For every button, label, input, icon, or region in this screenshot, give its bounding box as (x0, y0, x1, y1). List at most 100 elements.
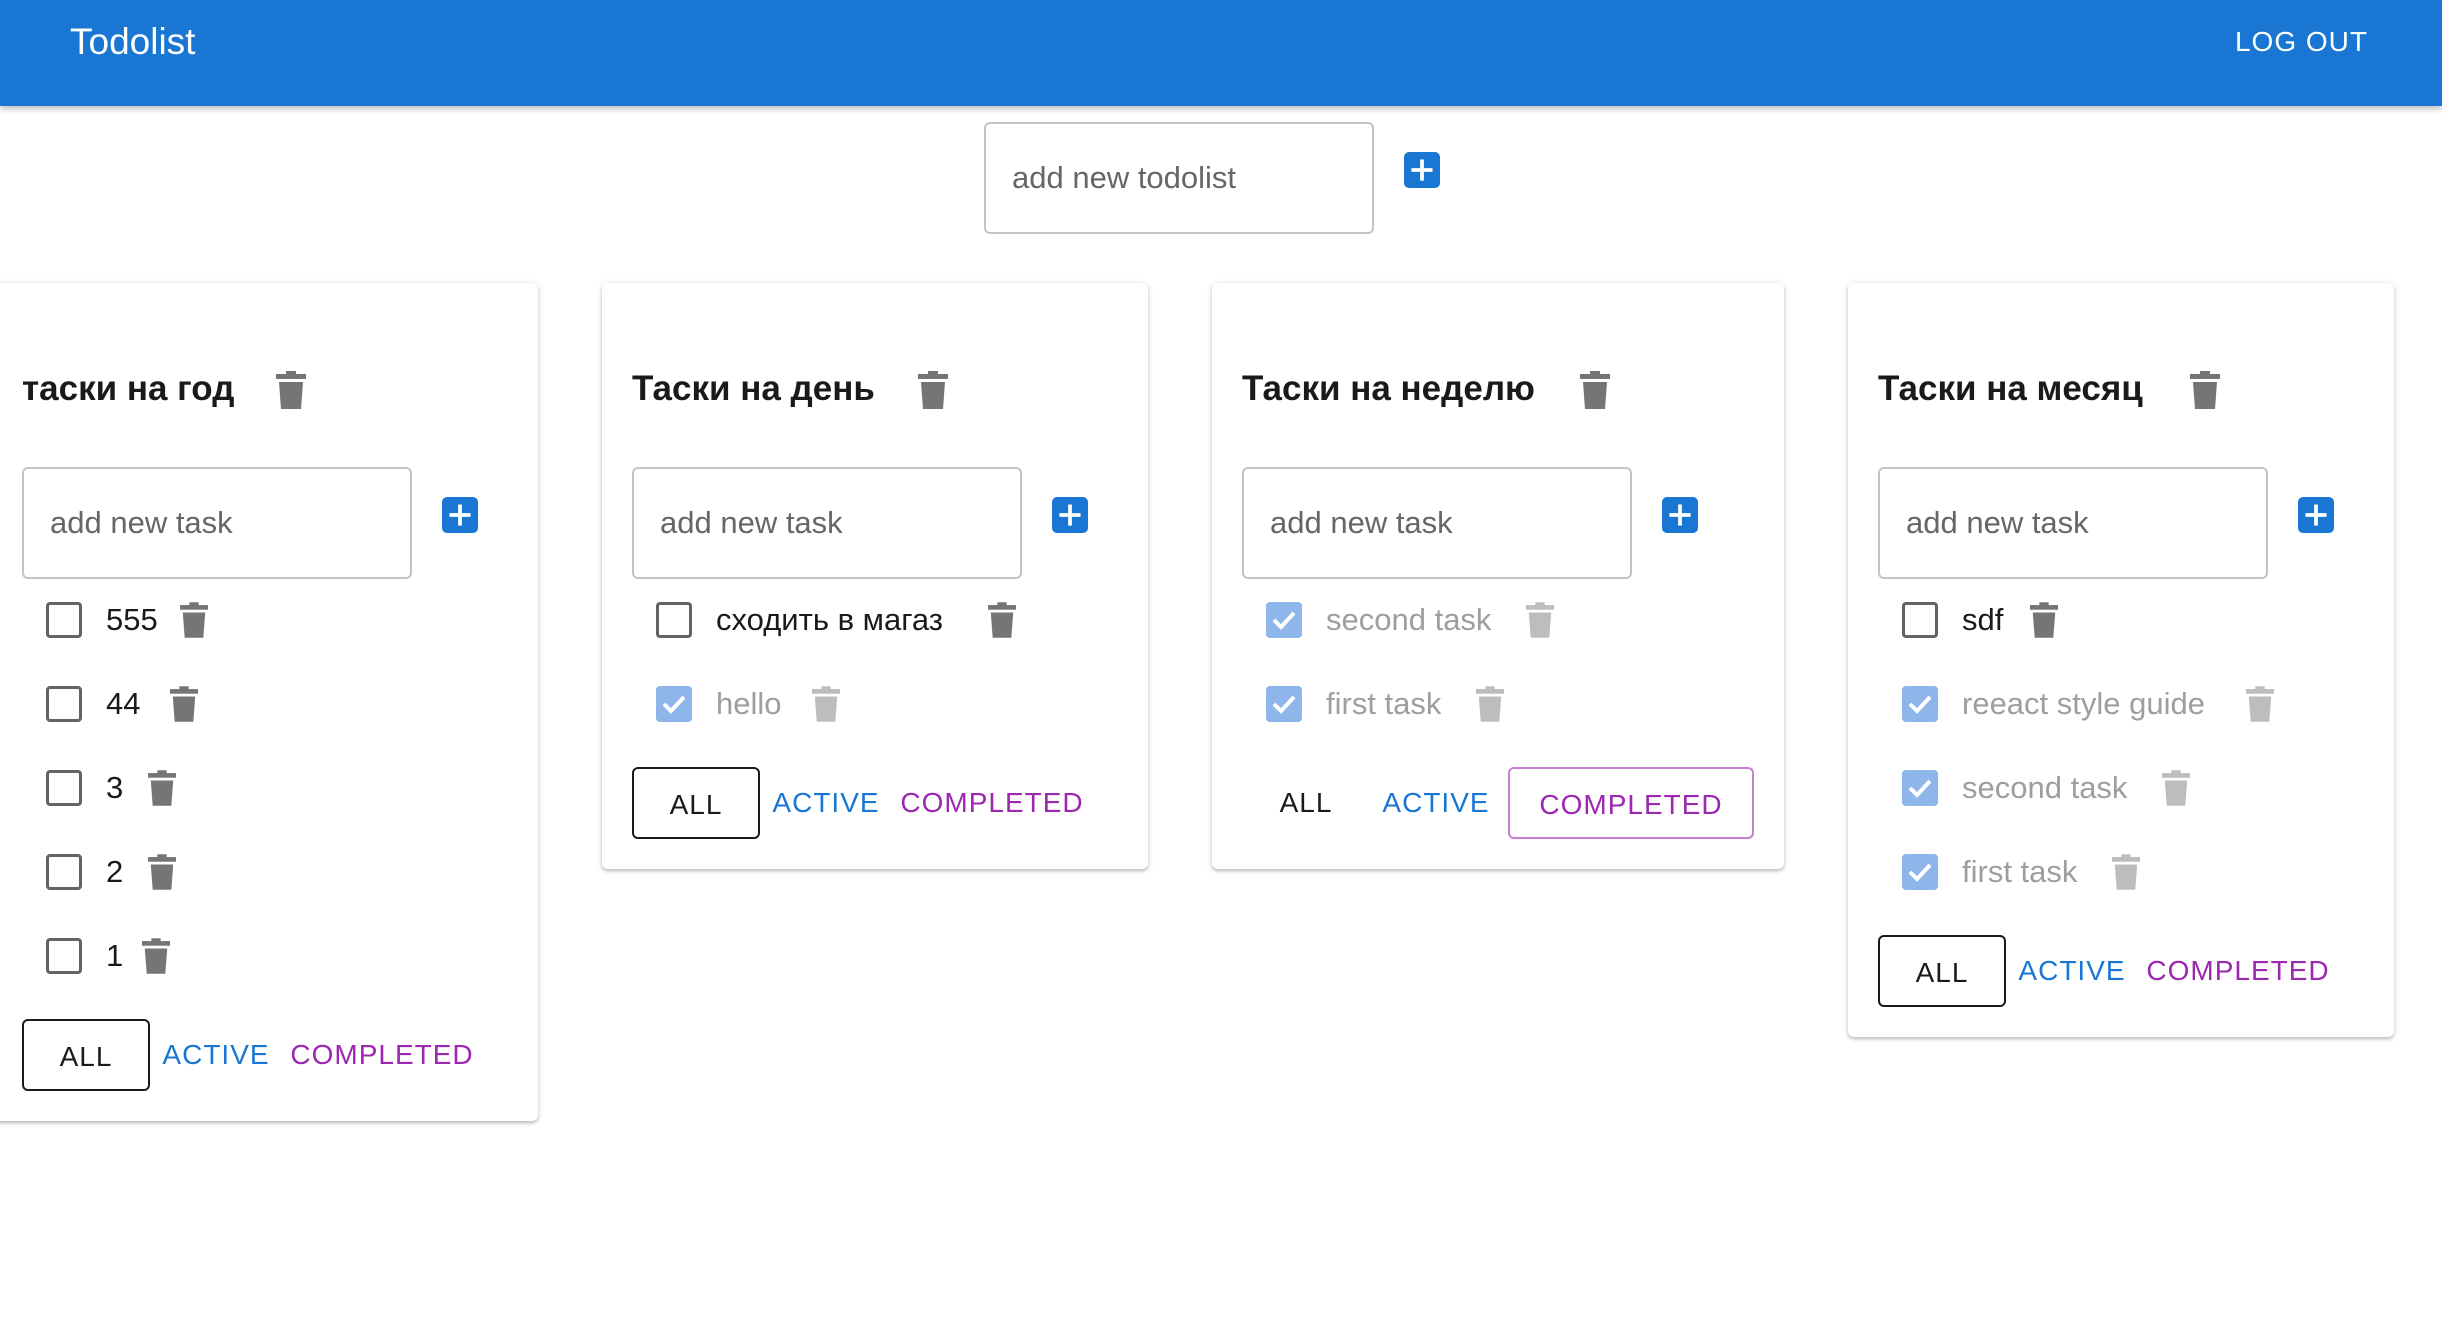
task-title: first task (1962, 854, 2078, 889)
task-title: 3 (106, 770, 124, 805)
delete-todolist-icon[interactable] (2190, 371, 2220, 409)
checkmark-icon (662, 695, 686, 714)
filter-completed-button[interactable]: COMPLETED (892, 767, 1092, 839)
new-todolist-placeholder: add new todolist (1012, 160, 1237, 195)
new-task-placeholder: add new task (50, 505, 233, 540)
task-checkbox[interactable] (46, 686, 82, 722)
task-item: second task (1266, 595, 1726, 645)
task-checkbox[interactable] (46, 938, 82, 974)
add-task-button[interactable] (2298, 497, 2334, 533)
todolist-card: таски на год add new task 555 44 3 2 1 A… (0, 283, 538, 1121)
new-task-input[interactable]: add new task (1242, 467, 1632, 579)
task-title: sdf (1962, 602, 2004, 637)
task-checkbox[interactable] (1902, 686, 1938, 722)
plus-icon (449, 504, 471, 526)
checkmark-icon (1908, 779, 1932, 798)
task-item: sdf (1902, 595, 2362, 645)
delete-todolist-icon[interactable] (918, 371, 948, 409)
task-checkbox[interactable] (656, 602, 692, 638)
filter-active-button[interactable]: ACTIVE (766, 767, 886, 839)
task-title: 555 (106, 602, 158, 637)
plus-icon (1059, 504, 1081, 526)
delete-task-icon[interactable] (148, 770, 176, 806)
app-bar: Todolist LOG OUT (0, 0, 2442, 106)
new-task-input[interactable]: add new task (632, 467, 1022, 579)
plus-icon (2305, 504, 2327, 526)
plus-icon (1669, 504, 1691, 526)
task-title: second task (1326, 602, 1492, 637)
task-item: 3 (46, 763, 446, 813)
delete-task-icon[interactable] (170, 686, 198, 722)
task-item: 44 (46, 679, 446, 729)
filter-active-button[interactable]: ACTIVE (156, 1019, 276, 1091)
filter-active-button[interactable]: ACTIVE (2012, 935, 2132, 1007)
add-task-button[interactable] (442, 497, 478, 533)
task-checkbox[interactable] (46, 602, 82, 638)
task-item: reeact style guide (1902, 679, 2362, 729)
task-checkbox[interactable] (1902, 770, 1938, 806)
plus-icon (1411, 159, 1433, 181)
task-checkbox[interactable] (46, 854, 82, 890)
filter-all-button[interactable]: ALL (22, 1019, 150, 1091)
new-task-placeholder: add new task (660, 505, 843, 540)
filter-active-button[interactable]: ACTIVE (1376, 767, 1496, 839)
delete-task-icon[interactable] (1476, 686, 1504, 722)
task-title: reeact style guide (1962, 686, 2205, 721)
new-task-placeholder: add new task (1906, 505, 2089, 540)
delete-task-icon[interactable] (1526, 602, 1554, 638)
delete-todolist-icon[interactable] (1580, 371, 1610, 409)
logout-button[interactable]: LOG OUT (2235, 22, 2368, 62)
checkmark-icon (1908, 695, 1932, 714)
task-checkbox[interactable] (46, 770, 82, 806)
task-item: first task (1902, 847, 2362, 897)
task-title: second task (1962, 770, 2128, 805)
add-task-button[interactable] (1662, 497, 1698, 533)
task-item: first task (1266, 679, 1726, 729)
task-checkbox[interactable] (656, 686, 692, 722)
delete-task-icon[interactable] (2162, 770, 2190, 806)
task-item: hello (656, 679, 1116, 729)
filter-completed-button[interactable]: COMPLETED (2138, 935, 2338, 1007)
task-title: 1 (106, 938, 124, 973)
filter-completed-button[interactable]: COMPLETED (282, 1019, 482, 1091)
task-item: 555 (46, 595, 446, 645)
new-todolist-input[interactable]: add new todolist (984, 122, 1374, 234)
delete-task-icon[interactable] (142, 938, 170, 974)
delete-task-icon[interactable] (2246, 686, 2274, 722)
add-task-button[interactable] (1052, 497, 1088, 533)
todolist-card: Таски на месяц add new task sdf reeact s… (1848, 283, 2394, 1037)
filter-all-button[interactable]: ALL (1242, 767, 1370, 839)
app-title: Todolist (70, 21, 196, 62)
delete-task-icon[interactable] (148, 854, 176, 890)
task-item: second task (1902, 763, 2362, 813)
checkmark-icon (1272, 695, 1296, 714)
new-task-input[interactable]: add new task (22, 467, 412, 579)
todolist-card: Таски на день add new task сходить в маг… (602, 283, 1148, 869)
task-item: сходить в магаз (656, 595, 1116, 645)
checkmark-icon (1908, 863, 1932, 882)
new-task-placeholder: add new task (1270, 505, 1453, 540)
add-todolist-button[interactable] (1404, 152, 1440, 188)
new-task-input[interactable]: add new task (1878, 467, 2268, 579)
task-checkbox[interactable] (1266, 602, 1302, 638)
filter-completed-button[interactable]: COMPLETED (1508, 767, 1754, 839)
delete-task-icon[interactable] (2030, 602, 2058, 638)
task-title: сходить в магаз (716, 602, 943, 637)
filter-all-button[interactable]: ALL (1878, 935, 2006, 1007)
filter-all-button[interactable]: ALL (632, 767, 760, 839)
task-title: 44 (106, 686, 141, 721)
delete-task-icon[interactable] (988, 602, 1016, 638)
task-title: 2 (106, 854, 124, 889)
todolist-card: Таски на неделю add new task second task… (1212, 283, 1784, 869)
delete-task-icon[interactable] (2112, 854, 2140, 890)
delete-task-icon[interactable] (812, 686, 840, 722)
todolist-title: Таски на неделю (1242, 369, 1535, 408)
todolist-title: таски на год (22, 369, 235, 408)
task-checkbox[interactable] (1902, 602, 1938, 638)
task-checkbox[interactable] (1266, 686, 1302, 722)
task-checkbox[interactable] (1902, 854, 1938, 890)
task-item: 1 (46, 931, 446, 981)
delete-task-icon[interactable] (180, 602, 208, 638)
delete-todolist-icon[interactable] (276, 371, 306, 409)
task-title: first task (1326, 686, 1442, 721)
